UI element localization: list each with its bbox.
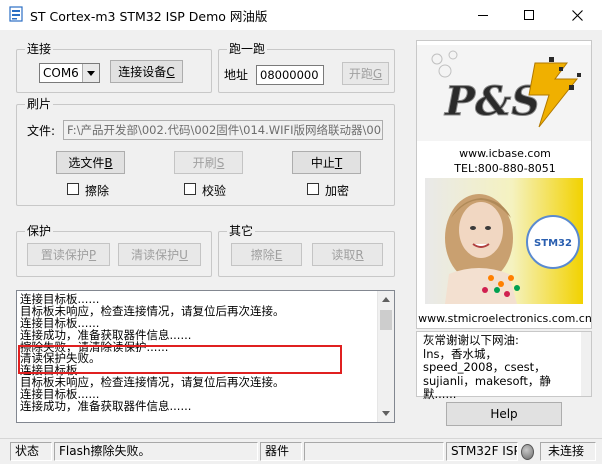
- thanks-box: 灰常谢谢以下网油: lns，香水城，speed_2008，csest，sujia…: [416, 331, 592, 401]
- select-file-hotkey: B: [104, 155, 113, 170]
- port-select[interactable]: COM6: [39, 63, 100, 83]
- select-file-label: 选文件: [68, 156, 105, 170]
- log-line: 连接成功，准备获取器件信息......: [20, 328, 192, 341]
- thanks-text: 灰常谢谢以下网油: lns，香水城，speed_2008，csest，sujia…: [423, 333, 551, 401]
- run-button-label: 开跑: [348, 67, 373, 81]
- erase-button-hotkey: E: [274, 247, 283, 262]
- connect-device-hotkey: C: [166, 64, 175, 79]
- set-read-protect-label: 置读保护: [40, 248, 89, 262]
- log-line: 连接目标板......: [20, 388, 100, 401]
- abort-button[interactable]: 中止 T: [292, 151, 361, 174]
- scroll-down-arrow-icon[interactable]: [378, 405, 394, 422]
- st-website: www.stmicroelectronics.com.cn: [418, 312, 592, 325]
- run-group: 跑一跑 地址 08000000 开跑 G: [218, 42, 395, 93]
- erase-button-label: 擦除: [250, 248, 275, 262]
- app-window: ST Cortex-m3 STM32 ISP Demo 网油版 连接 COM6 …: [0, 0, 602, 464]
- run-button[interactable]: 开跑 G: [342, 62, 389, 85]
- app-icon: [9, 6, 23, 22]
- clear-read-protect-label: 清读保护: [131, 248, 180, 262]
- other-group: 其它 擦除 E 读取 R: [218, 224, 395, 277]
- help-button-label: Help: [490, 407, 518, 421]
- flash-group: 刷片 文件: F:\产品开发部\002.代码\002固件\014.WIFI版网络…: [16, 97, 395, 206]
- scroll-thumb[interactable]: [380, 310, 392, 330]
- flash-group-title: 刷片: [25, 97, 54, 111]
- isp-label: STM32F ISP: [446, 442, 518, 461]
- start-flash-button[interactable]: 开刷 S: [174, 151, 243, 174]
- maximize-icon: [524, 10, 534, 20]
- scroll-up-arrow-icon[interactable]: [378, 291, 394, 308]
- clear-read-protect-hotkey: U: [179, 247, 188, 262]
- verify-checkbox[interactable]: [184, 183, 196, 195]
- abort-hotkey: T: [334, 155, 343, 170]
- status-message: Flash擦除失败。: [54, 442, 258, 461]
- connection-state: 未连接: [540, 442, 596, 461]
- protect-group-title: 保护: [25, 224, 54, 238]
- log-line: 连接成功，准备获取器件信息......: [20, 400, 192, 412]
- sponsor-tel: TEL:800-880-8051: [454, 162, 556, 175]
- stm32-badge-text: STM32: [534, 238, 572, 249]
- clear-read-protect-button[interactable]: 清读保护 U: [118, 243, 201, 266]
- set-read-protect-button[interactable]: 置读保护 P: [27, 243, 110, 266]
- file-path-input[interactable]: F:\产品开发部\002.代码\002固件\014.WIFI版网络联动器\00: [63, 120, 383, 140]
- run-group-title: 跑一跑: [227, 42, 268, 56]
- ps-logo-text: P&S: [444, 78, 540, 125]
- other-group-title: 其它: [227, 224, 256, 238]
- connect-group: 连接 COM6 连接设备 C: [16, 42, 212, 93]
- minimize-button[interactable]: [460, 0, 506, 30]
- protect-group: 保护 置读保护 P 清读保护 U: [16, 224, 212, 277]
- minimize-icon: [478, 15, 488, 16]
- address-input[interactable]: 08000000: [256, 65, 324, 85]
- status-bar: 状态 Flash擦除失败。 器件 STM32F ISP 未连接: [0, 438, 602, 464]
- chevron-down-icon[interactable]: [82, 64, 99, 82]
- address-label: 地址: [224, 68, 249, 82]
- erase-checkbox[interactable]: [67, 183, 79, 195]
- status-label: 状态: [10, 442, 52, 461]
- log-scrollbar[interactable]: [377, 291, 394, 422]
- read-button-hotkey: R: [355, 247, 364, 262]
- log-line: 目标板未响应，检查连接情况，请复位后再次连接。: [20, 376, 285, 389]
- file-label: 文件:: [27, 124, 56, 138]
- erase-checkbox-label[interactable]: 擦除: [85, 182, 109, 199]
- log-line: 连接目标板......: [20, 293, 100, 305]
- abort-label: 中止: [310, 156, 335, 170]
- st-promo-image: STM32: [425, 178, 583, 304]
- sponsor-panel: P&S www.icbase.com TEL:800-880-8051 STM3…: [416, 40, 592, 329]
- connect-device-label: 连接设备: [118, 65, 167, 79]
- connect-group-title: 连接: [25, 42, 54, 56]
- error-highlight-box: [18, 345, 342, 374]
- ps-logo-icon: P&S: [417, 45, 591, 141]
- verify-checkbox-label[interactable]: 校验: [202, 182, 226, 199]
- log-line: 目标板未响应，检查连接情况，请复位后再次连接。: [20, 304, 285, 317]
- log-line: 连接目标板......: [20, 316, 100, 329]
- close-button[interactable]: [552, 0, 602, 30]
- maximize-button[interactable]: [506, 0, 552, 30]
- connect-device-button[interactable]: 连接设备 C: [110, 60, 183, 83]
- title-bar[interactable]: ST Cortex-m3 STM32 ISP Demo 网油版: [0, 0, 602, 30]
- device-label: 器件: [260, 442, 302, 461]
- encrypt-checkbox-label[interactable]: 加密: [325, 182, 349, 199]
- start-flash-label: 开刷: [192, 156, 217, 170]
- help-button[interactable]: Help: [446, 402, 562, 426]
- erase-button[interactable]: 擦除 E: [231, 243, 302, 266]
- start-flash-hotkey: S: [216, 155, 225, 170]
- sponsor-website: www.icbase.com: [459, 147, 551, 160]
- device-value: [304, 442, 444, 461]
- run-button-hotkey: G: [372, 66, 383, 81]
- connection-status-led-icon: [521, 444, 534, 460]
- encrypt-checkbox[interactable]: [307, 183, 319, 195]
- select-file-button[interactable]: 选文件 B: [56, 151, 125, 174]
- window-title: ST Cortex-m3 STM32 ISP Demo 网油版: [30, 9, 268, 24]
- read-button-label: 读取: [331, 248, 356, 262]
- close-icon: [571, 9, 583, 21]
- port-select-value: COM6: [43, 66, 79, 80]
- read-button[interactable]: 读取 R: [312, 243, 383, 266]
- set-read-protect-hotkey: P: [88, 247, 97, 262]
- thanks-scrollbar[interactable]: [581, 332, 591, 396]
